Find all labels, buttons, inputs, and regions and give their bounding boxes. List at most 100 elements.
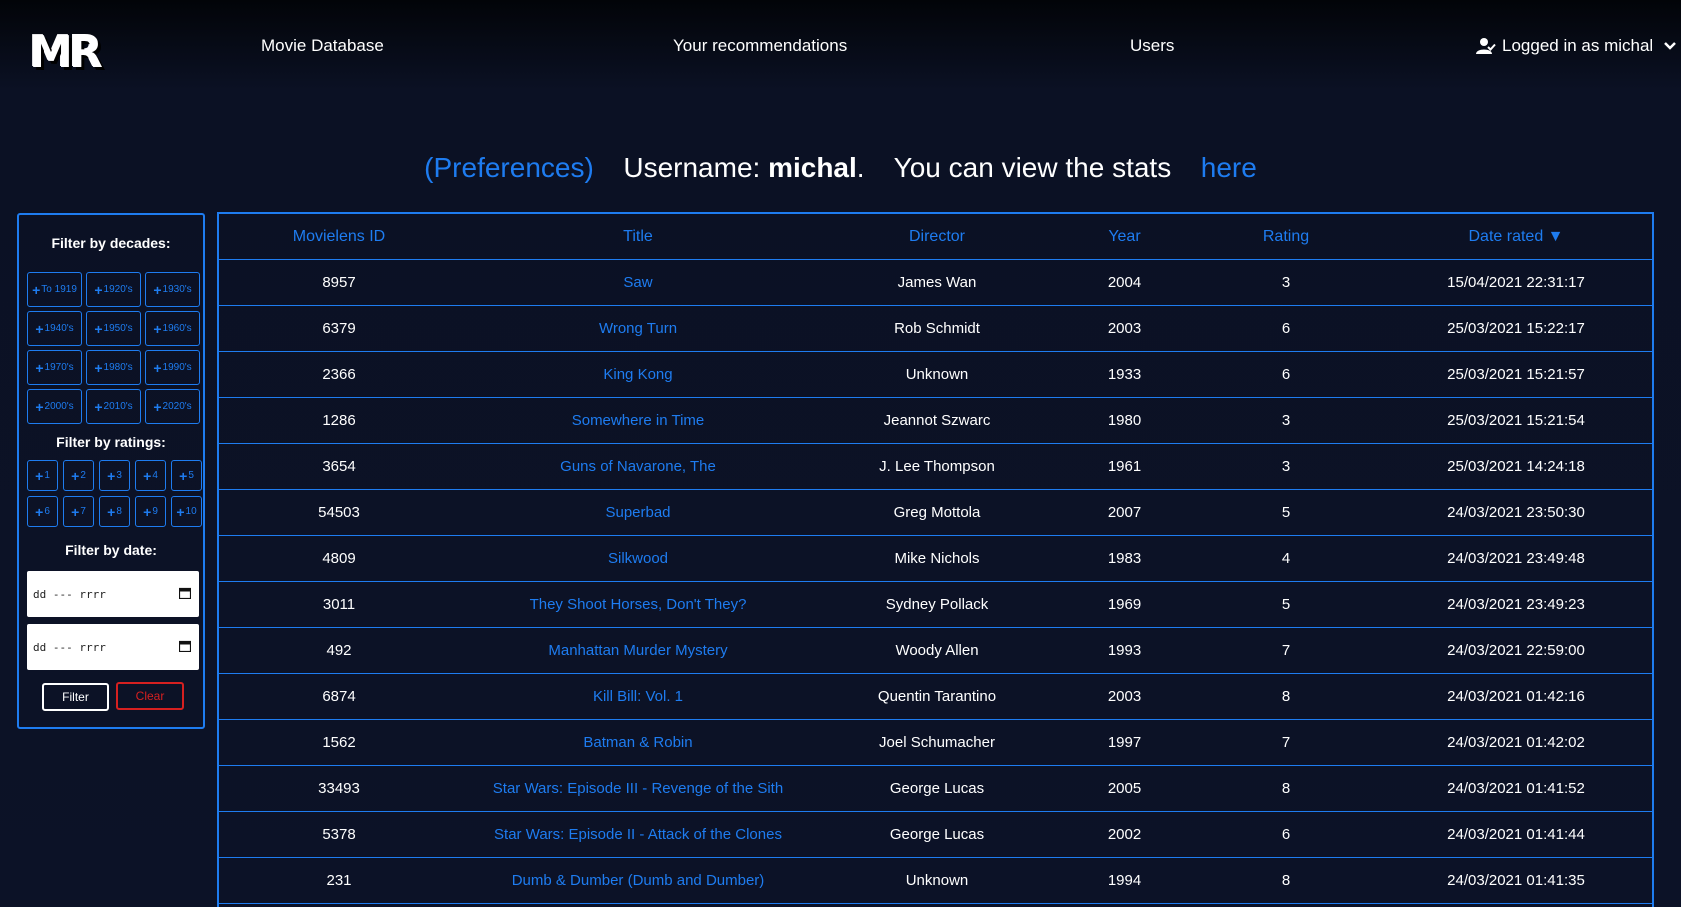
decade-filter-button[interactable]: +2010's — [86, 389, 141, 424]
cell-id: 231 — [219, 857, 459, 904]
decade-filter-button[interactable]: +1990's — [145, 350, 200, 385]
decade-filter-button[interactable]: +1940's — [27, 311, 82, 346]
movie-title-link[interactable]: They Shoot Horses, Don't They? — [459, 581, 817, 628]
rating-filter-button[interactable]: +3 — [99, 460, 130, 491]
logo[interactable]: MR — [18, 27, 110, 78]
decade-filter-button[interactable]: +1970's — [27, 350, 82, 385]
filter-button[interactable]: Filter — [42, 683, 109, 711]
movie-title-link[interactable]: Saw — [459, 259, 817, 306]
navbar: MR Movie Database Your recommendations U… — [0, 0, 1681, 98]
decade-filter-button[interactable]: +1930's — [145, 272, 200, 307]
column-header-year[interactable]: Year — [1057, 214, 1192, 260]
decade-filter-button[interactable]: + To 1919 — [27, 272, 82, 307]
cell-date: 24/03/2021 01:42:16 — [1380, 673, 1652, 720]
nav-users[interactable]: Users — [1130, 36, 1174, 56]
decades-heading: Filter by decades: — [51, 235, 171, 251]
cell-director: James Wan — [817, 259, 1057, 306]
rating-filter-button[interactable]: +4 — [135, 460, 166, 491]
date-from-input[interactable]: dd --- rrrr — [27, 571, 199, 617]
movie-title-link[interactable]: Somewhere in Time — [459, 397, 817, 444]
cell-id: 3011 — [219, 581, 459, 628]
cell-year: 1961 — [1057, 443, 1192, 490]
movie-title-link[interactable]: Guns of Navarone, The — [459, 443, 817, 490]
decade-filter-label: 1930's — [162, 284, 192, 295]
movie-title-link[interactable]: Dumb & Dumber (Dumb and Dumber) — [459, 857, 817, 904]
decade-filter-label: 2020's — [162, 401, 192, 412]
preferences-link[interactable]: (Preferences) — [424, 152, 594, 183]
movie-title-link[interactable]: King Kong — [459, 351, 817, 398]
plus-icon: + — [153, 398, 162, 415]
rating-filter-label: 9 — [152, 506, 158, 517]
movie-title-link[interactable]: Wrong Turn — [459, 305, 817, 352]
cell-director: Quentin Tarantino — [817, 673, 1057, 720]
plus-icon: + — [71, 503, 80, 520]
plus-icon: + — [143, 467, 152, 484]
rating-filter-label: 4 — [152, 470, 158, 481]
cell-year: 1993 — [1057, 627, 1192, 674]
rating-filter-button[interactable]: +7 — [63, 496, 94, 527]
plus-icon: + — [35, 359, 44, 376]
decade-filter-button[interactable]: +2020's — [145, 389, 200, 424]
date-to-placeholder: dd --- rrrr — [33, 640, 106, 654]
user-check-icon — [1476, 38, 1496, 54]
cell-director: Unknown — [817, 351, 1057, 398]
cell-date: 25/03/2021 14:24:18 — [1380, 443, 1652, 490]
movie-title-link[interactable]: Star Wars: Episode II - Attack of the Cl… — [459, 811, 817, 858]
decade-filter-label: 1960's — [162, 323, 192, 334]
movie-title-link[interactable]: Batman & Robin — [459, 719, 817, 766]
clear-button[interactable]: Clear — [116, 682, 184, 710]
movie-title-link[interactable]: Silkwood — [459, 535, 817, 582]
table-row: 54503 Superbad Greg Mottola 2007 5 24/03/2021… — [219, 489, 1652, 536]
rating-filter-button[interactable]: +2 — [63, 460, 94, 491]
movie-title-link[interactable]: Kill Bill: Vol. 1 — [459, 673, 817, 720]
rating-filter-button[interactable]: +6 — [27, 496, 58, 527]
column-header-rating[interactable]: Rating — [1192, 214, 1380, 260]
cell-director: Mike Nichols — [817, 535, 1057, 582]
column-header-director[interactable]: Director — [817, 214, 1057, 260]
decade-filter-grid: + To 1919 +1920's +1930's +1940's +1950's +196… — [27, 272, 200, 424]
movie-title-link[interactable]: Star Wars: Episode III - Revenge of the … — [459, 765, 817, 812]
rating-filter-button[interactable]: +10 — [171, 496, 202, 527]
cell-director: Sydney Pollack — [817, 581, 1057, 628]
plus-icon: + — [32, 281, 41, 298]
stats-here-link[interactable]: here — [1201, 152, 1257, 183]
cell-rating: 6 — [1192, 351, 1380, 398]
calendar-icon[interactable] — [179, 640, 191, 652]
calendar-icon[interactable] — [179, 587, 191, 599]
username-period: . — [856, 152, 865, 183]
movie-title-link[interactable]: Manhattan Murder Mystery — [459, 627, 817, 674]
plus-icon: + — [94, 398, 103, 415]
plus-icon: + — [176, 503, 185, 520]
cell-id: 1286 — [219, 397, 459, 444]
column-header-title[interactable]: Title — [459, 214, 817, 260]
username-value: michal — [768, 152, 857, 183]
decade-filter-button[interactable]: +2000's — [27, 389, 82, 424]
cell-rating: 8 — [1192, 857, 1380, 904]
nav-your-recommendations[interactable]: Your recommendations — [673, 36, 847, 56]
column-header-date-rated[interactable]: Date rated ▼ — [1380, 214, 1652, 260]
decade-filter-button[interactable]: +1920's — [86, 272, 141, 307]
cell-rating: 3 — [1192, 443, 1380, 490]
decade-filter-button[interactable]: +1980's — [86, 350, 141, 385]
rating-filter-button[interactable]: +9 — [135, 496, 166, 527]
rating-filter-button[interactable]: +8 — [99, 496, 130, 527]
table-row: 6379 Wrong Turn Rob Schmidt 2003 6 25/03/2021… — [219, 305, 1652, 352]
user-menu-dropdown[interactable]: Logged in as michal — [1476, 36, 1677, 56]
cell-id: 6379 — [219, 305, 459, 352]
rating-filter-button[interactable]: +1 — [27, 460, 58, 491]
cell-year: 1969 — [1057, 581, 1192, 628]
nav-movie-database[interactable]: Movie Database — [261, 36, 384, 56]
decade-filter-label: 2010's — [103, 401, 133, 412]
column-header-id[interactable]: Movielens ID — [219, 214, 459, 260]
decade-filter-button[interactable]: +1960's — [145, 311, 200, 346]
decade-filter-button[interactable]: +1950's — [86, 311, 141, 346]
movie-title-link[interactable]: Superbad — [459, 489, 817, 536]
decade-filter-label: 1990's — [162, 362, 192, 373]
rating-filter-button[interactable]: +5 — [171, 460, 202, 491]
cell-date: 15/04/2021 22:31:17 — [1380, 259, 1652, 306]
rating-filter-label: 8 — [116, 506, 122, 517]
date-to-input[interactable]: dd --- rrrr — [27, 624, 199, 670]
table-row: 231 Dumb & Dumber (Dumb and Dumber) Unknow… — [219, 857, 1652, 904]
filter-sidebar: Filter by decades: + To 1919 +1920's +1930'… — [17, 213, 205, 729]
cell-date: 24/03/2021 01:42:02 — [1380, 719, 1652, 766]
